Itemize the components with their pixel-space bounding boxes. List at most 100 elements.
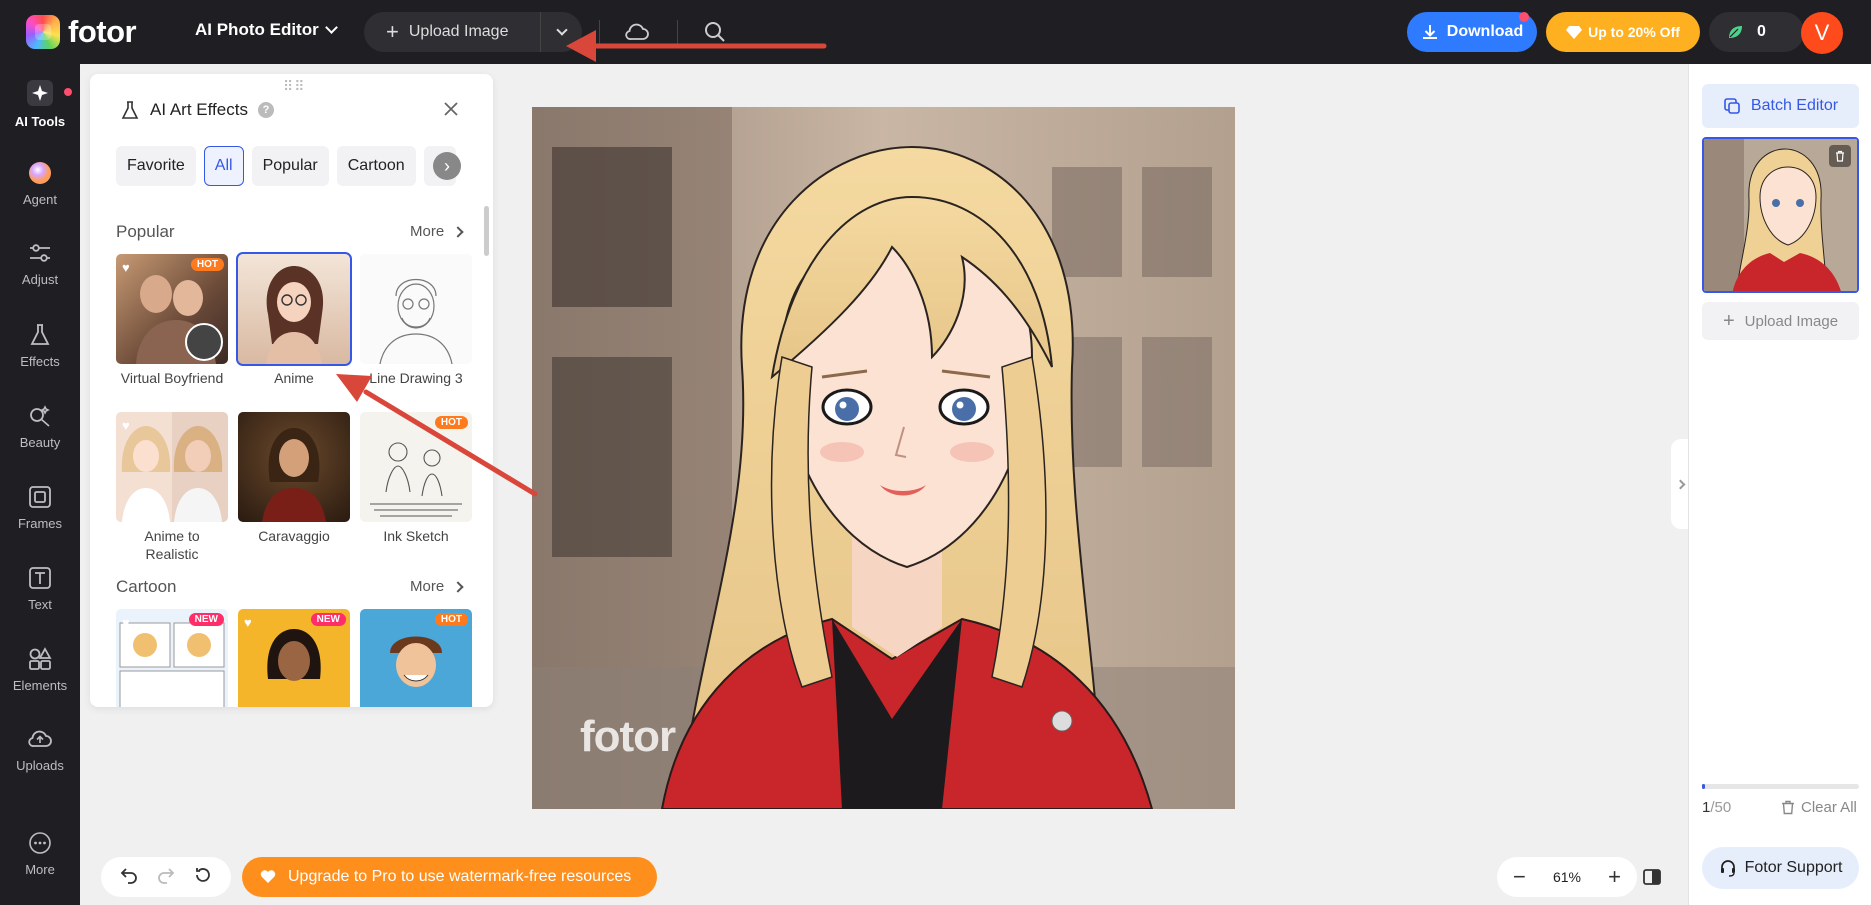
trash-icon (1782, 800, 1794, 815)
zoom-level: 61% (1552, 869, 1582, 885)
nav-label: Adjust (21, 272, 59, 287)
delete-image-icon[interactable] (1829, 145, 1851, 167)
reset-icon[interactable] (193, 865, 213, 890)
discount-promo-button[interactable]: Up to 20% Off (1546, 12, 1700, 52)
effect-thumbnail: ♥ NEW (238, 609, 350, 707)
effect-label: Caravaggio (258, 528, 330, 544)
credits-counter[interactable]: 0 (1709, 12, 1804, 52)
zoom-in-button[interactable]: + (1608, 864, 1621, 890)
right-panel-collapse-toggle[interactable] (1671, 439, 1689, 529)
user-avatar[interactable]: V (1801, 12, 1843, 54)
diamond-icon (1566, 26, 1583, 39)
effect-card-cartoon-3[interactable]: HOT (360, 609, 472, 707)
nav-label: Effects (20, 354, 60, 369)
nav-frames[interactable]: Frames (0, 484, 80, 531)
divider (599, 20, 600, 44)
canvas-watermark: fotor (580, 712, 676, 761)
effect-card-ink-sketch[interactable]: HOT Ink Sketch (360, 412, 472, 546)
upgrade-to-pro-banner[interactable]: Upgrade to Pro to use watermark-free res… (242, 857, 657, 897)
headset-icon (1720, 860, 1735, 877)
agent-icon (29, 162, 51, 184)
upload-image-group: + Upload Image (364, 12, 582, 52)
heart-icon[interactable]: ♥ (244, 615, 252, 630)
tab-favorite[interactable]: Favorite (116, 146, 196, 186)
effect-card-line-drawing-3[interactable]: Line Drawing 3 (360, 254, 472, 388)
nav-elements[interactable]: Elements (0, 646, 80, 693)
cartoon-more-link[interactable]: More (410, 578, 464, 595)
help-icon[interactable]: ? (257, 102, 274, 118)
effect-card-virtual-boyfriend[interactable]: ♥ HOT Virtual Boyfriend (116, 254, 228, 388)
effect-thumbnail (236, 252, 352, 366)
more-label: More (410, 223, 445, 240)
batch-upload-label: Upload Image (1744, 312, 1839, 330)
nav-uploads[interactable]: Uploads (0, 726, 80, 773)
upload-image-label: Upload Image (408, 23, 509, 40)
ai-art-effects-panel: ⠿⠿ AI Art Effects ? Favorite All Popular… (90, 74, 493, 707)
download-button[interactable]: Download (1407, 12, 1537, 52)
clear-all-button[interactable]: Clear All (1781, 799, 1857, 816)
nav-label: Text (28, 597, 52, 612)
tab-popular[interactable]: Popular (251, 146, 329, 186)
cloud-save-icon[interactable] (624, 20, 650, 49)
zoom-out-button[interactable]: − (1513, 864, 1526, 890)
download-label: Download (1446, 23, 1524, 40)
popular-more-link[interactable]: More (410, 223, 464, 240)
canvas-image[interactable]: fotor (532, 107, 1235, 809)
upload-options-dropdown[interactable] (540, 12, 582, 52)
sparkle-icon (27, 80, 53, 106)
history-controls (101, 857, 231, 897)
nav-label: Frames (17, 516, 63, 531)
tab-all[interactable]: All (203, 146, 244, 186)
nav-adjust[interactable]: Adjust (0, 240, 80, 287)
effect-card-caravaggio[interactable]: Caravaggio (238, 412, 350, 546)
nav-effects[interactable]: Effects (0, 322, 80, 369)
compare-view-icon[interactable] (1641, 866, 1663, 893)
undo-icon[interactable] (119, 865, 139, 890)
notification-dot (64, 88, 72, 96)
effect-card-cartoon-2[interactable]: ♥ NEW (238, 609, 350, 707)
divider (677, 20, 678, 44)
effect-thumbnail (238, 412, 350, 522)
effect-label: Virtual Boyfriend (120, 370, 224, 386)
upload-image-button[interactable]: + Upload Image (364, 12, 540, 52)
batch-upload-image-button[interactable]: + Upload Image (1702, 302, 1859, 340)
effect-label: Anime (274, 370, 314, 386)
effect-thumbnail: ♥ (116, 412, 228, 522)
batch-capacity-fill (1702, 784, 1706, 789)
batch-editor-button[interactable]: Batch Editor (1702, 84, 1859, 128)
panel-title: AI Art Effects (150, 100, 248, 119)
nav-ai-tools[interactable]: AI Tools (0, 78, 80, 129)
search-icon[interactable] (703, 20, 727, 49)
tab-cartoon[interactable]: Cartoon (336, 146, 416, 186)
nav-beauty[interactable]: Beauty (0, 403, 80, 450)
nav-label: Elements (12, 678, 68, 693)
effect-card-anime[interactable]: Anime (236, 252, 352, 388)
fotor-logo[interactable]: fotor (26, 14, 137, 50)
heart-icon[interactable]: ♥ (122, 615, 130, 630)
effect-card-cartoon-1[interactable]: ♥ NEW (116, 609, 228, 707)
nav-text[interactable]: Text (0, 565, 80, 612)
close-icon[interactable] (442, 100, 460, 123)
redo-icon[interactable] (156, 865, 176, 890)
effect-thumbnail (360, 254, 472, 364)
batch-capacity-bar (1702, 784, 1859, 789)
elements-icon (29, 647, 52, 670)
nav-agent[interactable]: Agent (0, 160, 80, 207)
nav-more[interactable]: More (0, 830, 80, 877)
drag-handle-icon[interactable]: ⠿⠿ (283, 78, 306, 95)
fotor-support-button[interactable]: Fotor Support (1702, 847, 1859, 889)
batch-image-thumbnail[interactable] (1702, 137, 1859, 293)
heart-icon[interactable]: ♥ (122, 418, 130, 433)
panel-header: AI Art Effects ? (120, 100, 274, 120)
effect-card-anime-to-realistic[interactable]: ♥ Anime to Realistic (116, 412, 228, 563)
nav-label: AI Tools (14, 114, 66, 129)
credits-value: 0 (1757, 23, 1766, 40)
app-menu-label: AI Photo Editor (195, 20, 319, 39)
more-icon (29, 832, 51, 854)
effect-label: Ink Sketch (383, 528, 449, 544)
tabs-next-arrow-icon[interactable]: › (433, 152, 461, 180)
heart-icon[interactable]: ♥ (122, 260, 130, 275)
beauty-icon (30, 405, 50, 427)
app-menu-dropdown[interactable]: AI Photo Editor (195, 20, 338, 40)
panel-scrollbar[interactable] (484, 206, 489, 256)
